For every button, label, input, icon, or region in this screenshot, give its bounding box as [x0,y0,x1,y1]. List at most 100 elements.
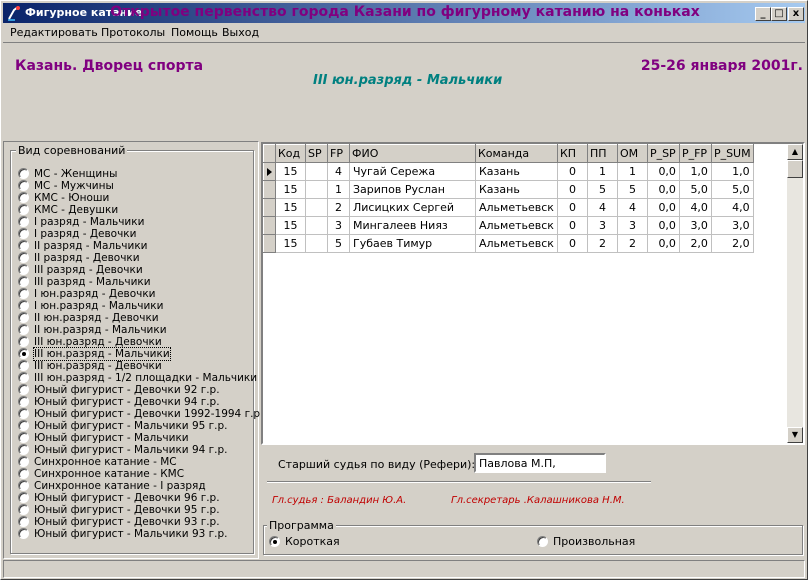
menu-exit[interactable]: Выход [222,26,259,39]
cell-fp[interactable]: 5 [327,234,350,253]
cell-kp[interactable]: 0 [557,234,588,253]
cell-p-fp[interactable]: 5,0 [679,180,712,199]
cell-om[interactable]: 1 [617,162,648,181]
cell-p-fp[interactable]: 3,0 [679,216,712,235]
competition-type-option[interactable]: I юн.разряд - Мальчики [18,300,263,312]
radio-unchecked-icon[interactable] [18,324,29,335]
competition-type-option[interactable]: II юн.разряд - Мальчики [18,324,263,336]
cell-om[interactable]: 2 [617,234,648,253]
cell-p-fp[interactable]: 2,0 [679,234,712,253]
cell-p-sp[interactable]: 0,0 [647,234,680,253]
program-free-radio[interactable]: Произвольная [537,536,635,548]
cell-code[interactable]: 15 [275,198,306,217]
cell-fp[interactable]: 2 [327,198,350,217]
cell-om[interactable]: 3 [617,216,648,235]
cell-team[interactable]: Альметьевск [475,198,558,217]
col-header-p-sp[interactable]: P_SP [646,144,680,163]
cell-name[interactable]: Губаев Тимур [349,234,476,253]
table-row[interactable]: 15 1 Зарипов Руслан Казань 0 5 5 0,0 5,0 5,0 [263,180,754,199]
radio-unchecked-icon[interactable] [18,456,29,467]
cell-team[interactable]: Казань [475,162,558,181]
competition-type-option[interactable]: МС - Женщины [18,168,263,180]
cell-p-fp[interactable]: 4,0 [679,198,712,217]
cell-sp[interactable] [305,162,328,181]
radio-unchecked-icon[interactable] [18,420,29,431]
col-header-code[interactable]: Код [275,144,306,163]
cell-p-sum[interactable]: 5,0 [711,180,754,199]
competition-type-option[interactable]: III юн.разряд - 1/2 площадки - Мальчики [18,372,263,384]
referee-input[interactable] [474,453,606,473]
competition-type-option[interactable]: Юный фигурист - Мальчики [18,432,263,444]
results-grid[interactable]: Код SP FP ФИО Команда КП ПП ОМ P_SP P_FP… [261,142,805,445]
radio-unchecked-icon[interactable] [18,468,29,479]
radio-unchecked-icon[interactable] [18,264,29,275]
competition-type-option[interactable]: Юный фигурист - Девочки 95 г.р. [18,504,263,516]
cell-name[interactable]: Зарипов Руслан [349,180,476,199]
competition-type-option[interactable]: Синхронное катание - МС [18,456,263,468]
cell-fp[interactable]: 4 [327,162,350,181]
cell-code[interactable]: 15 [275,180,306,199]
cell-sp[interactable] [305,234,328,253]
competition-type-option[interactable]: I юн.разряд - Девочки [18,288,263,300]
cell-sp[interactable] [305,216,328,235]
competition-type-option[interactable]: Юный фигурист - Девочки 93 г.р. [18,516,263,528]
radio-unchecked-icon[interactable] [18,336,29,347]
competition-type-option[interactable]: Синхронное катание - I разряд [18,480,263,492]
competition-type-option[interactable]: Юный фигурист - Девочки 92 г.р. [18,384,263,396]
radio-unchecked-icon[interactable] [18,492,29,503]
radio-unchecked-icon[interactable] [18,384,29,395]
col-header-p-fp[interactable]: P_FP [678,144,712,163]
competition-type-option[interactable]: II разряд - Девочки [18,252,263,264]
col-header-team[interactable]: Команда [475,144,558,163]
cell-code[interactable]: 15 [275,216,306,235]
competition-type-option[interactable]: I разряд - Девочки [18,228,263,240]
competition-type-option[interactable]: МС - Мужчины [18,180,263,192]
row-indicator[interactable] [263,216,276,235]
cell-p-sp[interactable]: 0,0 [647,180,680,199]
radio-unchecked-icon[interactable] [18,192,29,203]
competition-type-option[interactable]: Юный фигурист - Мальчики 93 г.р. [18,528,263,540]
competition-type-option[interactable]: Синхронное катание - КМС [18,468,263,480]
radio-unchecked-icon[interactable] [18,216,29,227]
radio-unchecked-icon[interactable] [18,480,29,491]
cell-fp[interactable]: 3 [327,216,350,235]
cell-team[interactable]: Альметьевск [475,234,558,253]
cell-code[interactable]: 15 [275,162,306,181]
cell-pp[interactable]: 5 [587,180,618,199]
cell-fp[interactable]: 1 [327,180,350,199]
scroll-down-icon[interactable]: ▼ [787,427,803,443]
radio-unchecked-icon[interactable] [18,408,29,419]
cell-p-sum[interactable]: 2,0 [711,234,754,253]
cell-p-sp[interactable]: 0,0 [647,198,680,217]
cell-team[interactable]: Казань [475,180,558,199]
scroll-thumb[interactable] [787,160,803,178]
cell-code[interactable]: 15 [275,234,306,253]
competition-type-option[interactable]: II разряд - Мальчики [18,240,263,252]
radio-unchecked-icon[interactable] [18,312,29,323]
col-header-name[interactable]: ФИО [349,144,476,163]
competition-type-option[interactable]: Юный фигурист - Девочки 94 г.р. [18,396,263,408]
col-header-om[interactable]: ОМ [616,144,648,163]
radio-unchecked-icon[interactable] [18,204,29,215]
table-row[interactable]: 15 4 Чугай Сережа Казань 0 1 1 0,0 1,0 1,0 [263,162,754,181]
competition-type-option[interactable]: III юн.разряд - Девочки [18,336,263,348]
radio-unchecked-icon[interactable] [18,168,29,179]
row-indicator[interactable] [263,198,276,217]
radio-checked-icon[interactable] [18,348,29,359]
radio-unchecked-icon[interactable] [18,180,29,191]
row-indicator[interactable] [263,162,276,181]
table-row[interactable]: 15 3 Мингалеев Нияз Альметьевск 0 3 3 0,0 3,0 3,0 [263,216,754,235]
competition-type-option[interactable]: Юный фигурист - Девочки 1992-1994 г.р. [18,408,263,420]
cell-om[interactable]: 5 [617,180,648,199]
table-row[interactable]: 15 5 Губаев Тимур Альметьевск 0 2 2 0,0 2,0 2,0 [263,234,754,253]
cell-pp[interactable]: 2 [587,234,618,253]
cell-sp[interactable] [305,180,328,199]
col-header-sp[interactable]: SP [305,144,328,163]
radio-unchecked-icon[interactable] [18,288,29,299]
col-header-pp[interactable]: ПП [586,144,618,163]
radio-checked-icon[interactable] [269,536,280,547]
competition-type-option[interactable]: Юный фигурист - Мальчики 95 г.р. [18,420,263,432]
cell-p-fp[interactable]: 1,0 [679,162,712,181]
cell-name[interactable]: Чугай Сережа [349,162,476,181]
radio-unchecked-icon[interactable] [18,252,29,263]
